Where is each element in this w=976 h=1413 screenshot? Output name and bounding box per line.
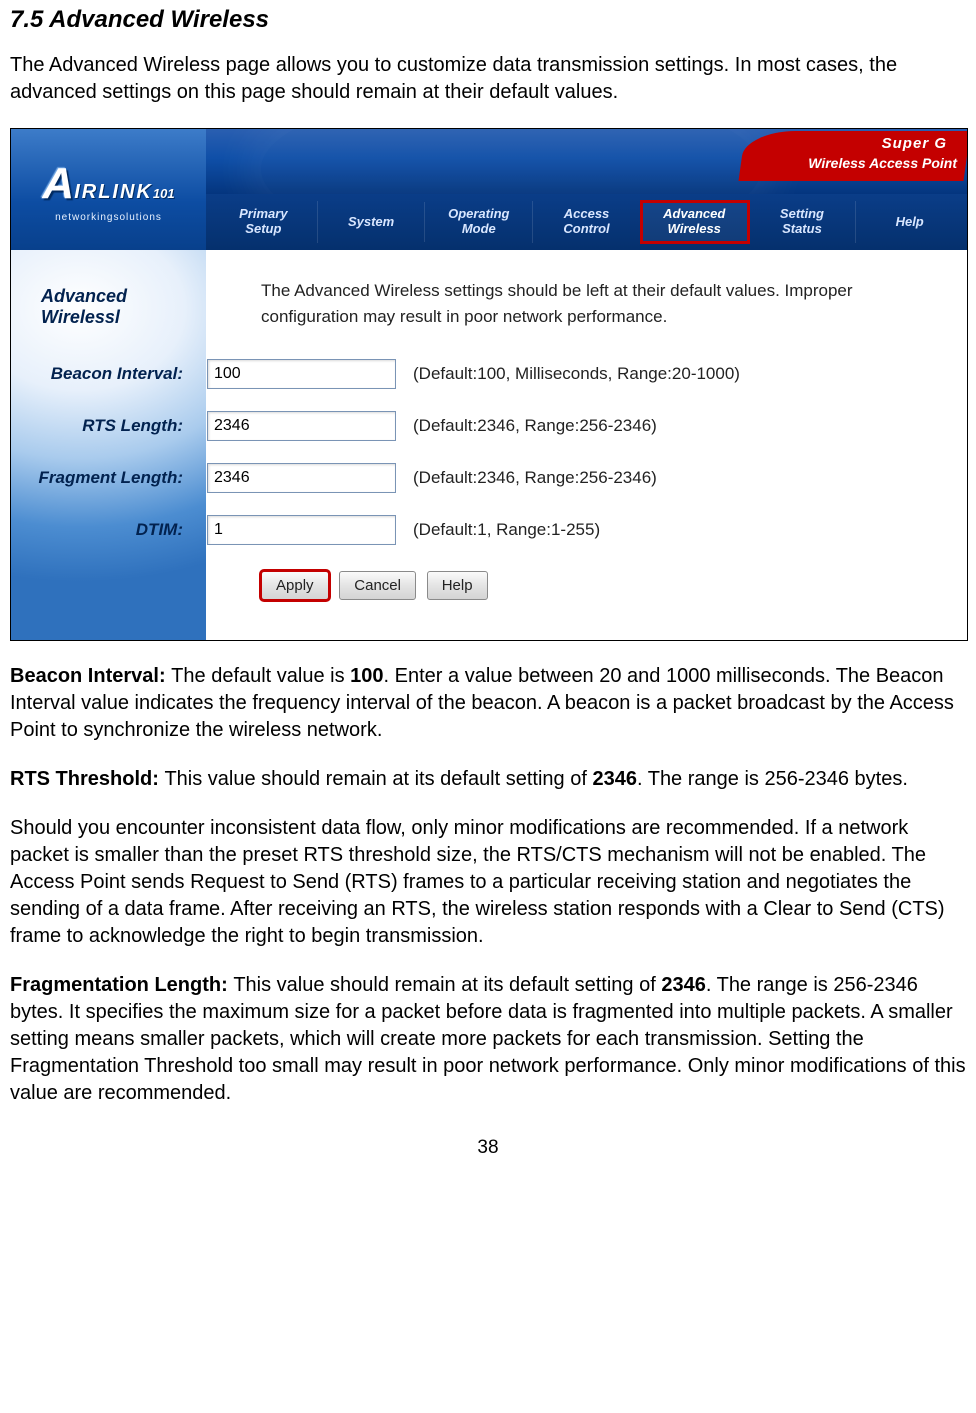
intro-text: The Advanced Wireless page allows you to… [10,52,966,106]
field-hint: (Default:2346, Range:256-2346) [407,416,947,436]
field-input[interactable] [207,463,396,493]
sidebar-title: Advanced Wirelessl [41,286,206,328]
main-panel: The Advanced Wireless settings should be… [206,250,967,640]
page-number: 38 [10,1137,966,1159]
field-hint: (Default:1, Range:1-255) [407,520,947,540]
logo-a: A [42,162,72,206]
field-hint: (Default:100, Milliseconds, Range:20-100… [407,364,947,384]
field-label: Beacon Interval: [11,364,207,384]
field-input[interactable] [207,359,396,389]
field-label: DTIM: [11,520,207,540]
desc-beacon: Beacon Interval: The default value is 10… [10,663,966,744]
apply-button[interactable]: Apply [261,571,329,600]
cancel-button[interactable]: Cancel [339,571,416,600]
description-block: Beacon Interval: The default value is 10… [10,663,966,1107]
super-g-badge: Super G Wireless Access Point [742,131,967,181]
nav-item-access-control[interactable]: AccessControl [533,201,641,243]
router-ui-screenshot: Super G Wireless Access Point A IRLINK10… [10,128,968,641]
logo-rest: IRLINK101 [74,181,174,204]
header-row: A IRLINK101 networkingsolutions PrimaryS… [11,194,967,250]
form-grid: Beacon Interval: (Default:100, Millisecon… [11,359,947,545]
logo: A IRLINK101 networkingsolutions [11,129,206,250]
desc-fragmentation: Fragmentation Length: This value should … [10,972,966,1107]
desc-rts: RTS Threshold: This value should remain … [10,766,966,793]
help-button[interactable]: Help [427,571,488,600]
superg-line2: Wireless Access Point [808,155,957,171]
desc-rts-detail: Should you encounter inconsistent data f… [10,815,966,950]
field-hint: (Default:2346, Range:256-2346) [407,468,947,488]
field-input[interactable] [207,515,396,545]
button-row: Apply Cancel Help [261,571,947,600]
logo-sub: networkingsolutions [55,212,162,223]
section-heading: 7.5 Advanced Wireless [10,6,966,34]
field-label: Fragment Length: [11,468,207,488]
nav-item-advanced-wireless[interactable]: AdvancedWireless [641,201,749,243]
nav: PrimarySetupSystemOperatingModeAccessCon… [206,194,967,250]
nav-item-help[interactable]: Help [856,202,963,243]
nav-item-setting-status[interactable]: SettingStatus [749,201,857,243]
nav-item-system[interactable]: System [318,202,426,243]
nav-item-operating-mode[interactable]: OperatingMode [425,201,533,243]
field-label: RTS Length: [11,416,207,436]
nav-item-primary-setup[interactable]: PrimarySetup [210,201,318,243]
info-text: The Advanced Wireless settings should be… [261,278,947,329]
field-input[interactable] [207,411,396,441]
superg-line1: Super G [882,135,947,152]
